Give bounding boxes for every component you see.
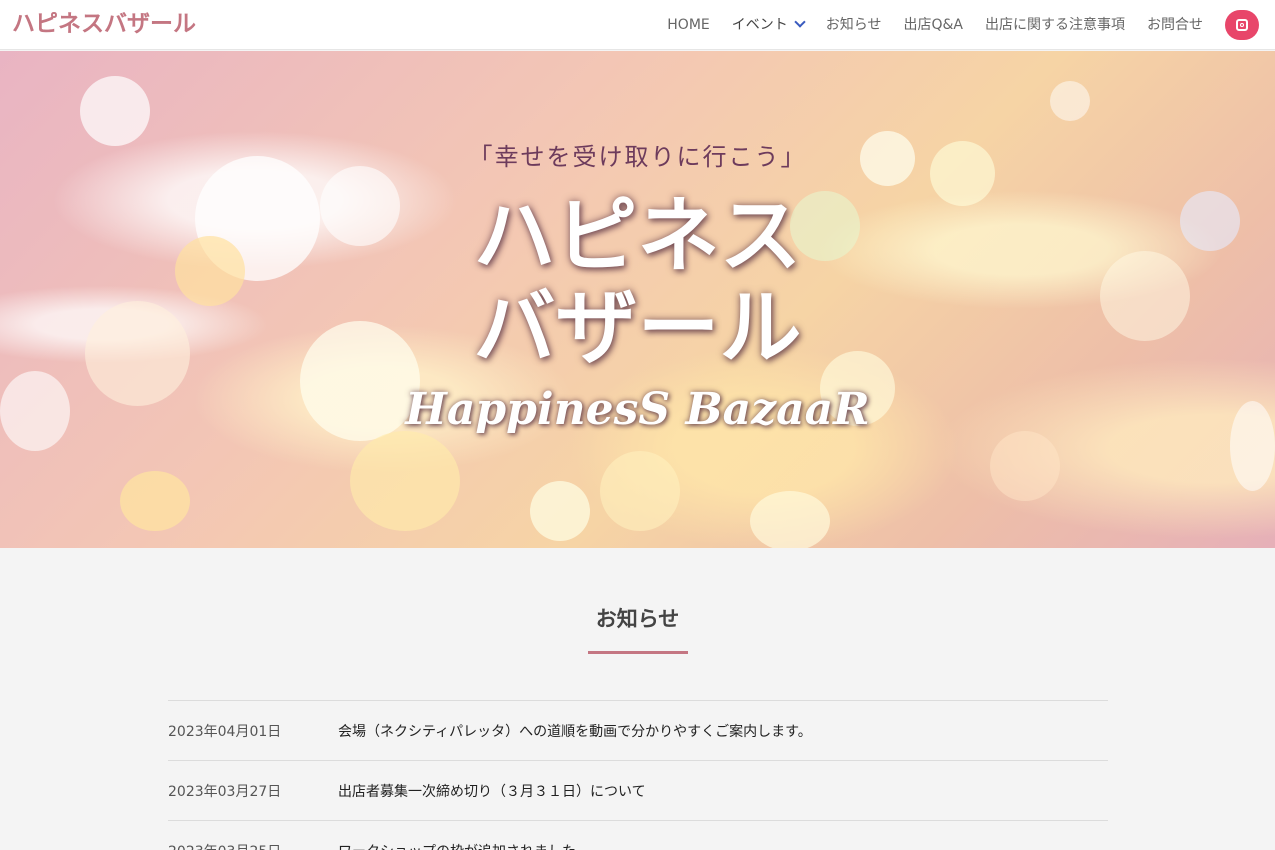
nav-home[interactable]: HOME bbox=[667, 0, 709, 50]
news-item[interactable]: 2023年03月25日 ワークショップの枠が追加されました bbox=[168, 820, 1108, 850]
section-title-underline bbox=[588, 651, 688, 654]
hero-title-line2: バザール bbox=[473, 281, 802, 376]
nav-faq[interactable]: 出店Q&A bbox=[903, 0, 963, 50]
hero-title-english: HappinesS BazaaR bbox=[405, 384, 870, 435]
news-list: 2023年04月01日 会場（ネクシティパレッタ）への道順を動画で分かりやすくご… bbox=[168, 700, 1108, 850]
news-link[interactable]: ワークショップの枠が追加されました bbox=[338, 841, 576, 850]
main-nav: HOME イベント お知らせ 出店Q&A 出店に関する注意事項 お問合せ bbox=[645, 0, 1259, 50]
hero-tagline: 「幸せを受け取りに行こう」 bbox=[468, 143, 807, 171]
news-item[interactable]: 2023年04月01日 会場（ネクシティパレッタ）への道順を動画で分かりやすくご… bbox=[168, 700, 1108, 760]
hero-banner: 「幸せを受け取りに行こう」 ハピネス バザール HappinesS BazaaR bbox=[0, 51, 1275, 548]
nav-news[interactable]: お知らせ bbox=[826, 0, 882, 50]
news-date: 2023年03月25日 bbox=[168, 841, 338, 850]
site-logo[interactable]: ハピネスバザール bbox=[12, 8, 196, 40]
news-item[interactable]: 2023年03月27日 出店者募集一次締め切り（３月３１日）について bbox=[168, 760, 1108, 820]
nav-notes[interactable]: 出店に関する注意事項 bbox=[985, 0, 1125, 50]
chevron-down-icon bbox=[794, 16, 806, 28]
news-link[interactable]: 会場（ネクシティパレッタ）への道順を動画で分かりやすくご案内します。 bbox=[338, 721, 812, 741]
news-date: 2023年03月27日 bbox=[168, 783, 282, 800]
news-link[interactable]: 出店者募集一次締め切り（３月３１日）について bbox=[338, 781, 646, 801]
hero-text: 「幸せを受け取りに行こう」 ハピネス バザール HappinesS BazaaR bbox=[0, 51, 1275, 548]
news-section-title: お知らせ bbox=[595, 607, 680, 631]
instagram-icon[interactable] bbox=[1225, 10, 1259, 40]
site-header: ハピネスバザール HOME イベント お知らせ 出店Q&A 出店に関する注意事項… bbox=[0, 0, 1275, 50]
nav-event[interactable]: イベント bbox=[731, 0, 806, 50]
nav-contact[interactable]: お問合せ bbox=[1147, 0, 1203, 50]
nav-event-label: イベント bbox=[731, 17, 788, 33]
hero-title-line1: ハピネス bbox=[473, 189, 802, 284]
news-date: 2023年04月01日 bbox=[168, 723, 282, 740]
